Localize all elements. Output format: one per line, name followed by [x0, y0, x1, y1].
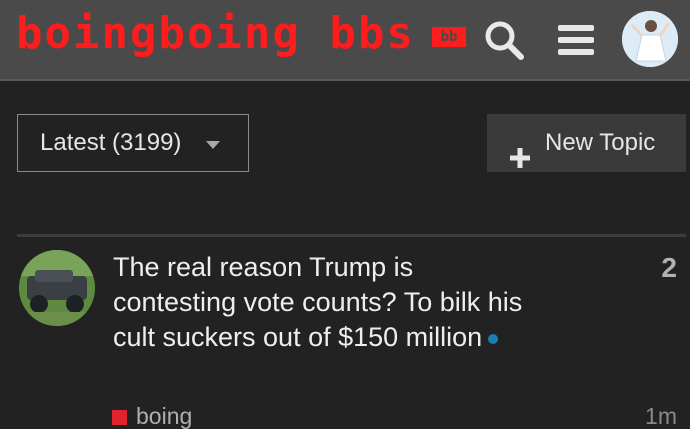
logo-badge: bb — [432, 27, 466, 47]
topic-title-text: The real reason Trump is contesting vote… — [113, 252, 523, 352]
hamburger-menu-icon[interactable] — [552, 16, 600, 64]
site-logo[interactable]: boingboing bbs — [16, 6, 415, 62]
poster-avatar[interactable] — [19, 250, 95, 326]
new-topic-button[interactable]: New Topic — [487, 114, 686, 172]
caret-down-icon — [206, 141, 220, 149]
search-icon[interactable] — [480, 16, 528, 64]
reply-count[interactable]: 2 — [661, 252, 677, 284]
site-header: boingboing bbs bb — [0, 0, 690, 81]
unread-indicator-icon — [488, 333, 499, 344]
user-avatar[interactable] — [622, 11, 678, 67]
latest-filter-dropdown[interactable]: Latest (3199) — [17, 114, 249, 172]
last-activity-time[interactable]: 1m — [645, 402, 677, 429]
topic-list-divider — [17, 234, 686, 237]
latest-filter-label: Latest (3199) — [40, 129, 182, 156]
new-topic-label: New Topic — [545, 129, 656, 156]
category-label: boing — [136, 403, 193, 429]
plus-icon — [509, 133, 531, 168]
category-color-swatch — [112, 410, 127, 425]
topic-title-link[interactable]: The real reason Trump is contesting vote… — [113, 250, 533, 355]
category-badge[interactable]: boing — [112, 402, 192, 429]
